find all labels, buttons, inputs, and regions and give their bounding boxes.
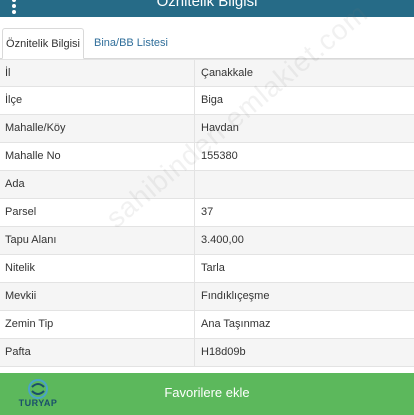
attribute-value: Havdan xyxy=(201,122,239,134)
tab-bar: Öznitelik Bilgisi Bina/BB Listesi xyxy=(0,28,414,59)
add-to-favorites-button[interactable]: TURYAP Favorilere ekle xyxy=(0,373,414,415)
column-divider xyxy=(194,311,195,338)
attribute-key: Mevkii xyxy=(5,290,37,302)
table-row: Tapu Alanı 3.400,00 xyxy=(0,227,414,255)
attribute-value: H18d09b xyxy=(201,346,246,358)
table-row: Pafta H18d09b xyxy=(0,339,414,367)
table-row: İl Çanakkale xyxy=(0,59,414,87)
attribute-value: Biga xyxy=(201,94,224,106)
attribute-value: Fındıklıçeşme xyxy=(201,290,270,302)
attribute-key: Ada xyxy=(5,178,25,190)
table-row: Nitelik Tarla xyxy=(0,255,414,283)
column-divider xyxy=(194,199,195,226)
page-title: Öznitelik Bilgisi xyxy=(156,0,258,10)
attribute-value: Çanakkale xyxy=(201,67,253,79)
tab-bina-bb-listesi[interactable]: Bina/BB Listesi xyxy=(86,28,176,58)
attribute-key: Nitelik xyxy=(5,262,35,274)
column-divider xyxy=(194,87,195,114)
add-to-favorites-label: Favorilere ekle xyxy=(164,385,250,400)
attribute-key: Mahalle No xyxy=(5,150,61,162)
attribute-key: Zemin Tip xyxy=(5,318,54,330)
attribute-key: İlçe xyxy=(5,94,23,106)
title-bar: Öznitelik Bilgisi xyxy=(0,0,414,17)
table-row: Zemin Tip Ana Taşınmaz xyxy=(0,311,414,339)
column-divider xyxy=(194,143,195,170)
attribute-value: Ana Taşınmaz xyxy=(201,318,271,330)
attribute-table: İl Çanakkale İlçe Biga Mahalle/Köy Havdan Maha… xyxy=(0,59,414,367)
attribute-value: 155380 xyxy=(201,150,238,162)
attribute-key: Pafta xyxy=(5,346,31,358)
table-row: Mahalle/Köy Havdan xyxy=(0,115,414,143)
table-row: Ada xyxy=(0,171,414,199)
attribute-value: 3.400,00 xyxy=(201,234,244,246)
column-divider xyxy=(194,227,195,254)
column-divider xyxy=(194,255,195,282)
column-divider xyxy=(194,60,195,87)
table-row: Mahalle No 155380 xyxy=(0,143,414,171)
column-divider xyxy=(194,115,195,142)
column-divider xyxy=(194,171,195,198)
attribute-key: Tapu Alanı xyxy=(5,234,57,246)
tab-oznitelik-bilgisi[interactable]: Öznitelik Bilgisi xyxy=(2,28,84,59)
table-row: Parsel 37 xyxy=(0,199,414,227)
column-divider xyxy=(194,283,195,310)
attribute-key: Parsel xyxy=(5,206,37,218)
attribute-key: Mahalle/Köy xyxy=(5,122,66,134)
table-row: Mevkii Fındıklıçeşme xyxy=(0,283,414,311)
attribute-value: 37 xyxy=(201,206,214,218)
attribute-key: İl xyxy=(5,67,11,79)
table-row: İlçe Biga xyxy=(0,87,414,115)
attribute-value: Tarla xyxy=(201,262,225,274)
column-divider xyxy=(194,339,195,366)
app-window: Öznitelik Bilgisi Öznitelik Bilgisi Bina… xyxy=(0,0,414,415)
